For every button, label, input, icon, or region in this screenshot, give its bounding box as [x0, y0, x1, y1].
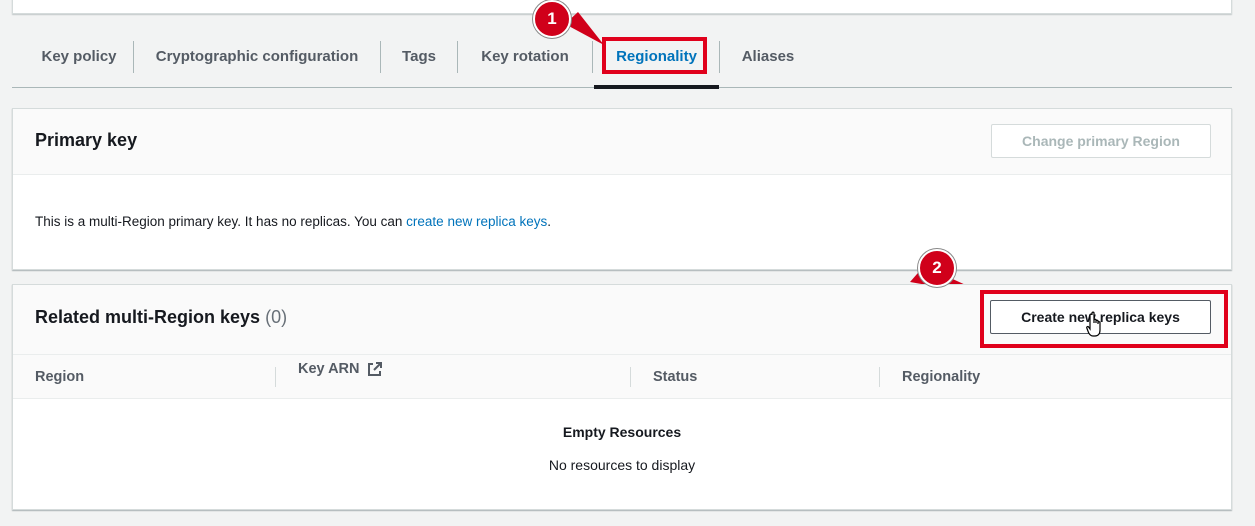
primary-key-header: Primary key Change primary Region [13, 109, 1231, 175]
primary-key-title: Primary key [35, 130, 138, 150]
column-header-status[interactable]: Status [653, 355, 697, 399]
tab-tags[interactable]: Tags [381, 26, 457, 87]
tab-key-policy[interactable]: Key policy [24, 26, 134, 87]
previous-card-bottom [12, 0, 1232, 14]
column-header-regionality[interactable]: Regionality [902, 355, 980, 399]
primary-key-description: This is a multi-Region primary key. It h… [35, 214, 551, 229]
description-trailing: . [547, 214, 552, 229]
tab-cryptographic-configuration[interactable]: Cryptographic configuration [134, 26, 380, 87]
callout-2: 2 [918, 249, 956, 287]
related-keys-count: (0) [265, 307, 288, 327]
empty-state-message: No resources to display [548, 457, 696, 473]
change-primary-region-button[interactable]: Change primary Region [991, 124, 1211, 158]
column-header-key-arn[interactable]: Key ARN [298, 347, 383, 391]
table-header: Region Key ARN Status Regionality [13, 355, 1231, 399]
tab-regionality[interactable]: Regionality [594, 26, 719, 89]
empty-state-title: Empty Resources [562, 424, 682, 440]
primary-key-card: Primary key Change primary Region This i… [12, 108, 1232, 270]
create-replica-keys-link[interactable]: create new replica keys [406, 214, 547, 229]
column-divider [275, 367, 276, 387]
key-arn-label: Key ARN [298, 361, 360, 377]
column-divider [630, 367, 631, 387]
related-keys-title: Related multi-Region keys (0) [35, 307, 287, 328]
related-keys-card: Related multi-Region keys (0) Create new… [12, 284, 1232, 510]
tab-bar: Key policy Cryptographic configuration T… [12, 26, 1232, 89]
tab-key-rotation[interactable]: Key rotation [458, 26, 592, 87]
column-divider [879, 367, 880, 387]
related-keys-header: Related multi-Region keys (0) Create new… [13, 285, 1231, 355]
related-keys-title-text: Related multi-Region keys [35, 307, 261, 327]
external-link-icon [367, 362, 382, 376]
column-header-region[interactable]: Region [35, 355, 84, 399]
description-text: This is a multi-Region primary key. It h… [35, 214, 407, 229]
tab-aliases[interactable]: Aliases [720, 26, 816, 87]
callout-1: 1 [533, 0, 571, 38]
tab-divider [592, 41, 593, 73]
hand-pointer-icon [1086, 311, 1101, 337]
